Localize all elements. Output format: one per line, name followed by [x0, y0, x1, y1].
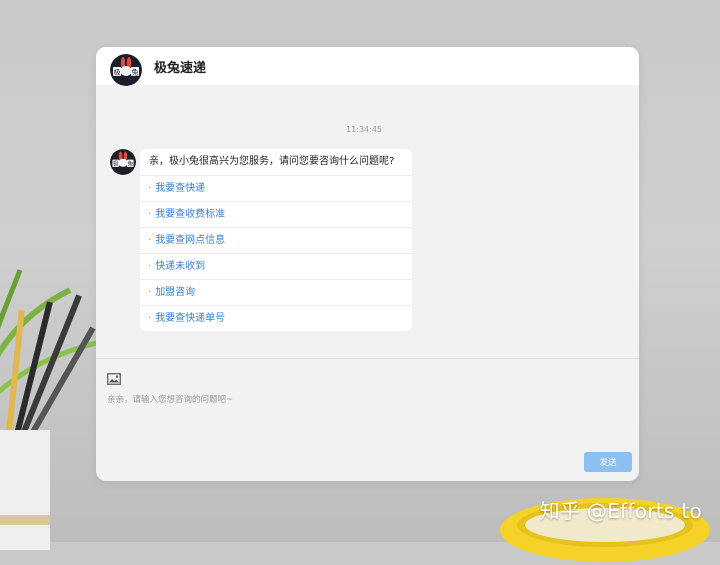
message-area: 11:34:45 极 兔 亲，极小兔很高兴为您服务，请问您要咨询什么问题呢? ·…: [96, 85, 639, 359]
option-franchise[interactable]: · 加盟咨询: [140, 279, 412, 305]
bullet-dot: ·: [148, 287, 152, 298]
option-label: 我要查快递单号: [155, 313, 226, 324]
quick-options: · 我要查快递 · 我要查收费标准 · 我要查网点信息 · 快递未收到 · 加盟咨询 · 我…: [140, 175, 412, 331]
option-label: 我要查收费标准: [155, 209, 226, 220]
option-label: 快递未收到: [155, 261, 206, 272]
chat-window: 极 兔 极兔速递 11:34:45 极 兔 亲，极小兔很高兴为您服务，请问您要咨…: [96, 47, 639, 481]
avatar-left-glyph: 极: [114, 68, 121, 77]
watermark: 知乎 @Efforts to: [539, 499, 702, 523]
option-label: 我要查快递: [155, 183, 206, 194]
message-timestamp: 11:34:45: [346, 125, 382, 134]
avatar-right-glyph: 兔: [127, 160, 133, 168]
option-label: 加盟咨询: [155, 287, 196, 298]
bullet-dot: ·: [148, 261, 152, 272]
bot-message: 极 兔 亲，极小兔很高兴为您服务，请问您要咨询什么问题呢? · 我要查快递 · 我要…: [110, 149, 412, 331]
option-query-express[interactable]: · 我要查快递: [140, 175, 412, 201]
input-divider: [96, 358, 639, 359]
option-not-received[interactable]: · 快递未收到: [140, 253, 412, 279]
send-button[interactable]: 发送: [584, 452, 632, 472]
rabbit-logo-icon: 极 兔: [110, 54, 142, 86]
option-label: 我要查网点信息: [155, 235, 226, 246]
chat-title: 极兔速递: [154, 60, 207, 76]
bullet-dot: ·: [148, 235, 152, 246]
option-query-fees[interactable]: · 我要查收费标准: [140, 201, 412, 227]
option-query-tracking-number[interactable]: · 我要查快递单号: [140, 305, 412, 331]
message-input[interactable]: [106, 391, 628, 455]
bullet-dot: ·: [148, 313, 152, 324]
image-icon[interactable]: [107, 370, 121, 385]
rabbit-logo-icon: 极 兔: [110, 149, 136, 175]
message-bubble: 亲，极小兔很高兴为您服务，请问您要咨询什么问题呢? · 我要查快递 · 我要查收费标…: [140, 149, 412, 331]
bullet-dot: ·: [148, 209, 152, 220]
option-query-outlets[interactable]: · 我要查网点信息: [140, 227, 412, 253]
avatar-left-glyph: 极: [113, 160, 119, 168]
greeting-text: 亲，极小兔很高兴为您服务，请问您要咨询什么问题呢?: [149, 156, 395, 167]
bullet-dot: ·: [148, 183, 152, 194]
chat-header: 极 兔 极兔速递: [96, 47, 639, 86]
avatar-right-glyph: 兔: [132, 68, 139, 77]
